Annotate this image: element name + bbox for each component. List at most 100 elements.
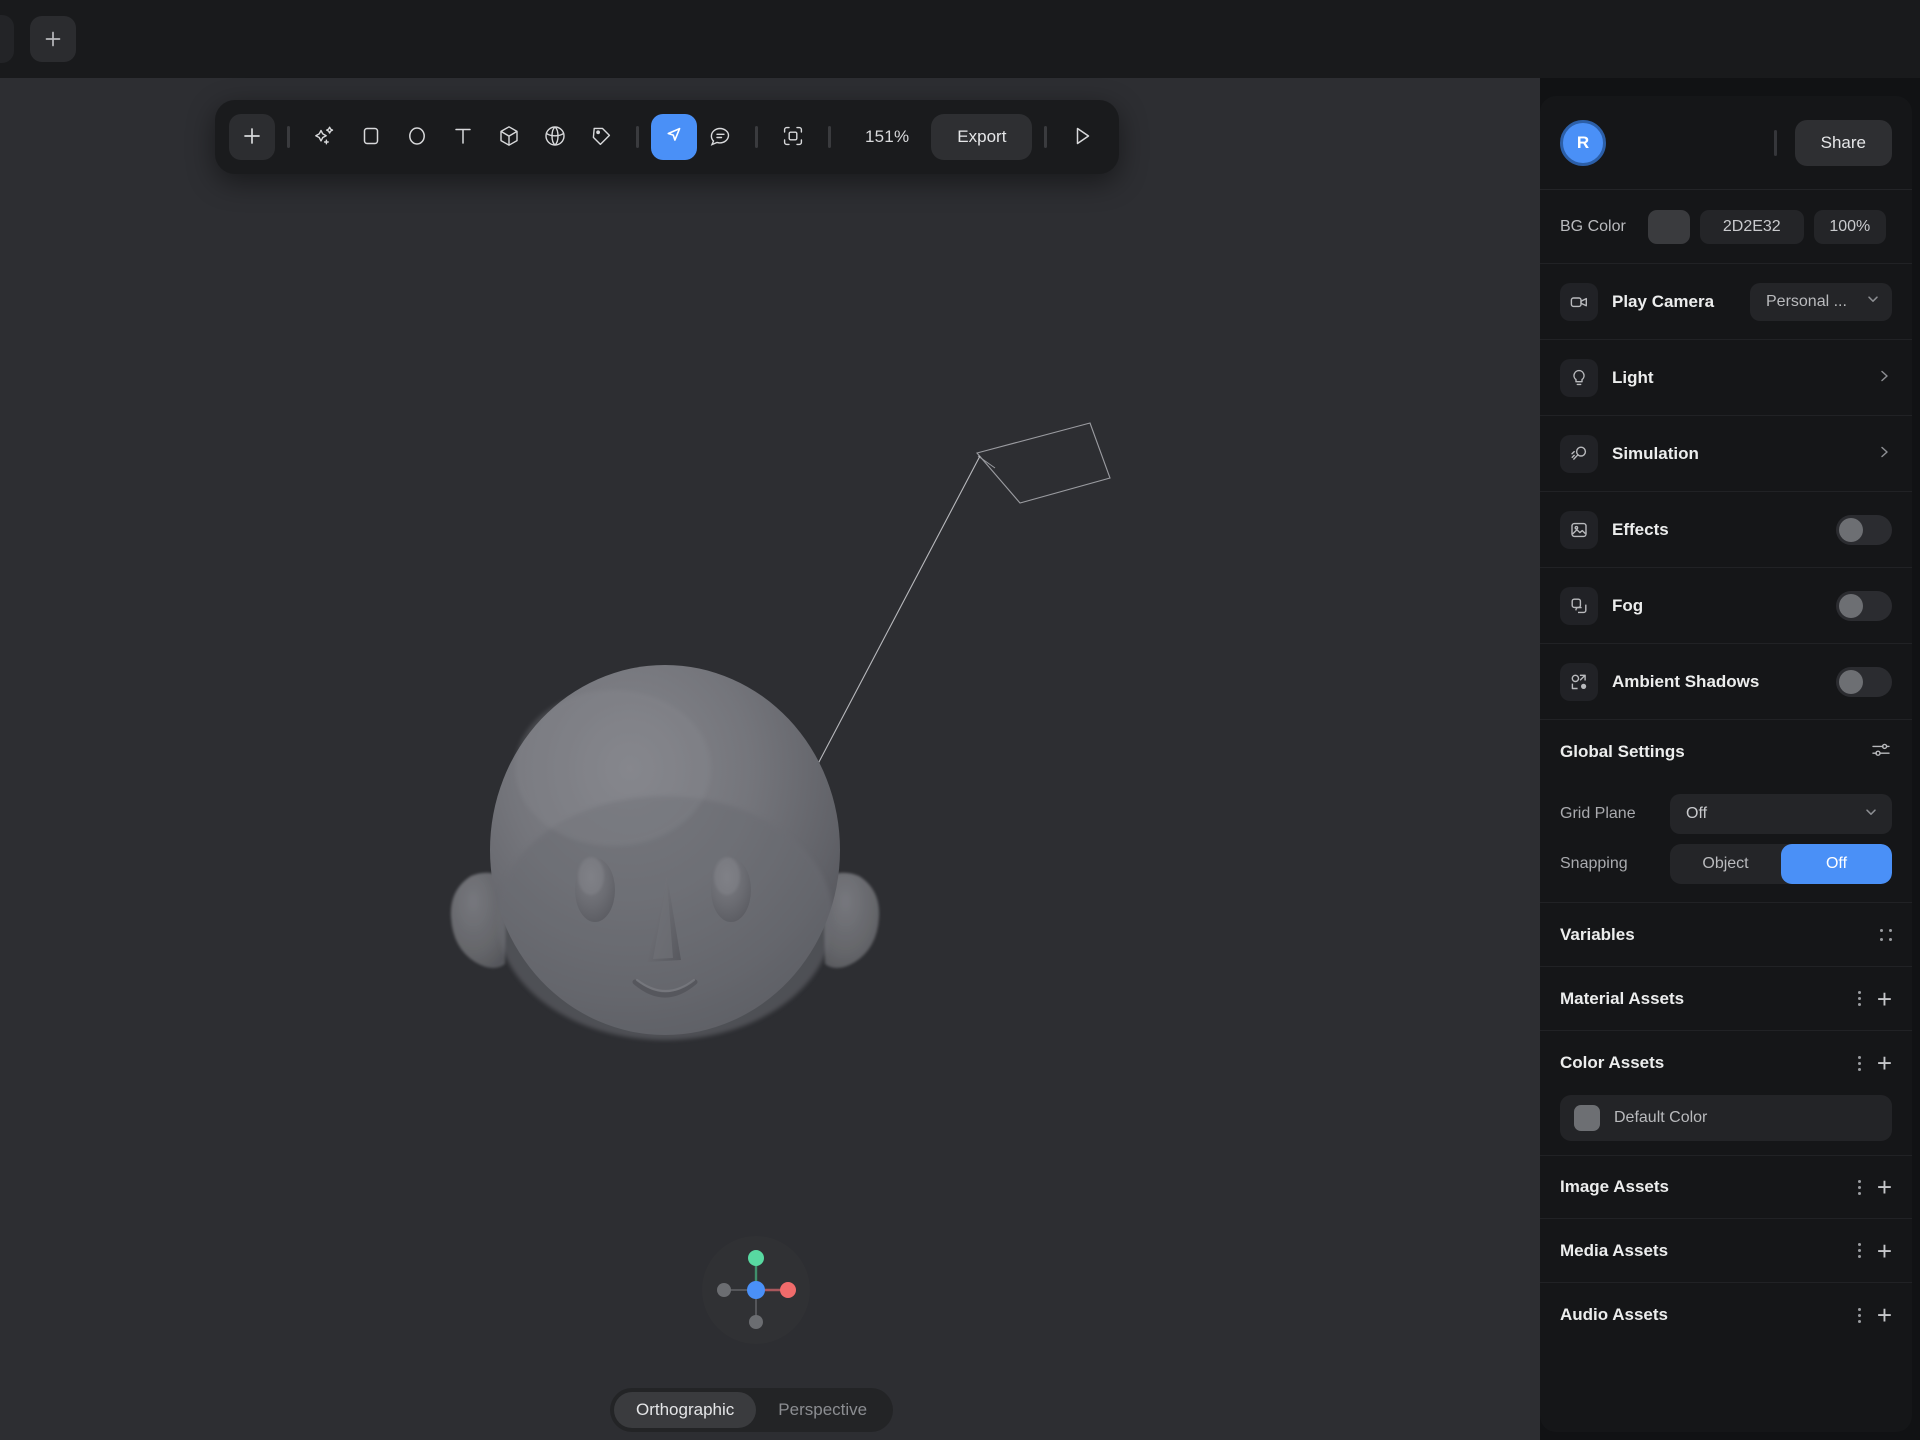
bg-color-hex-input[interactable]: 2D2E32 [1699, 209, 1804, 244]
header-divider [1773, 129, 1777, 156]
viewport-3d[interactable]: Orthographic Perspective [0, 78, 1540, 1440]
ai-tool-button[interactable] [302, 114, 348, 160]
video-camera-icon [1560, 282, 1598, 321]
plus-icon[interactable]: + [1877, 1174, 1892, 1200]
row-label: Play Camera [1612, 291, 1715, 311]
bg-color-swatch[interactable] [1647, 209, 1690, 244]
panel-header: R Share [1540, 96, 1912, 190]
plus-icon[interactable]: + [1877, 1238, 1892, 1264]
ambient-shadows-toggle[interactable] [1836, 666, 1892, 697]
dot-grid-icon[interactable] [1880, 928, 1892, 941]
global-settings-header: Global Settings [1540, 720, 1912, 784]
play-camera-select[interactable]: Personal ... [1750, 282, 1892, 321]
section-image-assets[interactable]: Image Assets + [1540, 1155, 1912, 1219]
shapes-dot-icon [1560, 662, 1598, 701]
plus-icon[interactable]: + [1877, 986, 1892, 1012]
layers-copy-icon [1560, 586, 1598, 625]
sliders-icon[interactable] [1870, 739, 1892, 766]
cube-icon [497, 124, 521, 151]
plus-icon [43, 29, 63, 49]
head-3d-model[interactable] [395, 618, 935, 1078]
pen-tag-icon [589, 124, 613, 151]
axis-gizmo-icon[interactable] [702, 1236, 810, 1344]
section-variables[interactable]: Variables [1540, 903, 1912, 967]
toolbar-divider [828, 126, 831, 148]
ellipse-tool-button[interactable] [394, 114, 440, 160]
comment-tool-button[interactable] [697, 114, 743, 160]
plus-icon[interactable]: + [1877, 1302, 1892, 1328]
play-button[interactable] [1059, 114, 1105, 160]
kebab-menu-icon[interactable] [1857, 991, 1861, 1006]
grid-plane-select[interactable]: Off [1670, 794, 1892, 834]
snapping-object-button[interactable]: Object [1670, 844, 1781, 884]
row-label: Fog [1612, 595, 1644, 615]
section-audio-assets[interactable]: Audio Assets + [1540, 1283, 1912, 1347]
row-ambient-shadows[interactable]: Ambient Shadows [1540, 644, 1912, 720]
grid-plane-label: Grid Plane [1560, 805, 1636, 822]
floating-toolbar: 151% Export [215, 100, 1120, 174]
row-fog[interactable]: Fog [1540, 568, 1912, 644]
sphere-tool-button[interactable] [532, 114, 578, 160]
toolbar-divider [287, 126, 290, 148]
export-button[interactable]: Export [931, 114, 1033, 160]
row-simulation[interactable]: Simulation [1540, 416, 1912, 492]
perspective-button[interactable]: Perspective [756, 1392, 889, 1428]
list-item[interactable]: Default Color [1560, 1095, 1892, 1141]
sphere-icon [543, 124, 567, 151]
fog-toggle[interactable] [1836, 590, 1892, 621]
kebab-menu-icon[interactable] [1857, 1243, 1861, 1258]
avatar[interactable]: R [1560, 119, 1606, 166]
kebab-menu-icon[interactable] [1857, 1307, 1861, 1323]
add-tool-button[interactable] [229, 114, 275, 160]
rectangle-tool-button[interactable] [348, 114, 394, 160]
toolbar-divider [636, 126, 639, 148]
new-tab-button[interactable] [30, 16, 76, 62]
bg-color-row: BG Color 2D2E32 100% [1540, 190, 1912, 264]
magnifier-motion-icon [1560, 434, 1598, 473]
lightbulb-icon [1560, 358, 1598, 397]
row-light[interactable]: Light [1540, 340, 1912, 416]
section-color-assets[interactable]: Color Assets + [1540, 1031, 1912, 1095]
row-effects[interactable]: Effects [1540, 492, 1912, 568]
app-root: Orthographic Perspective 151% Export R S… [0, 0, 1920, 1440]
zoom-level-label[interactable]: 151% [843, 127, 931, 147]
snapping-row: Snapping Object Off [1560, 844, 1892, 884]
snapping-off-button[interactable]: Off [1781, 844, 1892, 884]
panel-scroll-area[interactable] [1540, 1347, 1912, 1432]
play-camera-value: Personal ... [1766, 292, 1847, 310]
row-label: Effects [1612, 519, 1669, 539]
global-settings-body: Grid Plane Off Snapping Object Off [1540, 784, 1912, 903]
pen-tool-button[interactable] [578, 114, 624, 160]
snapping-label: Snapping [1560, 855, 1628, 872]
row-play-camera[interactable]: Play Camera Personal ... [1540, 264, 1912, 340]
section-material-assets[interactable]: Material Assets + [1540, 967, 1912, 1031]
cube-tool-button[interactable] [486, 114, 532, 160]
bg-color-label: BG Color [1560, 217, 1626, 235]
share-button[interactable]: Share [1794, 119, 1892, 166]
section-title: Audio Assets [1560, 1305, 1669, 1324]
square-icon [360, 125, 382, 150]
circle-icon [406, 125, 428, 150]
plus-icon [241, 125, 263, 150]
select-tool-button[interactable] [651, 114, 697, 160]
chevron-right-icon[interactable] [1876, 368, 1892, 388]
bg-color-opacity-input[interactable]: 100% [1813, 209, 1886, 244]
text-tool-button[interactable] [440, 114, 486, 160]
section-media-assets[interactable]: Media Assets + [1540, 1219, 1912, 1283]
grid-plane-row: Grid Plane Off [1560, 794, 1892, 834]
play-triangle-icon [1070, 124, 1094, 151]
frame-crop-icon [781, 124, 805, 151]
section-title: Variables [1560, 924, 1635, 944]
row-label: Simulation [1612, 443, 1699, 463]
orthographic-button[interactable]: Orthographic [614, 1392, 757, 1428]
chevron-right-icon[interactable] [1876, 444, 1892, 464]
color-swatch [1574, 1105, 1600, 1131]
plus-icon[interactable]: + [1877, 1050, 1892, 1076]
cursor-arrow-icon [662, 124, 686, 151]
kebab-menu-icon[interactable] [1857, 1179, 1861, 1195]
effects-toggle[interactable] [1836, 514, 1892, 545]
frame-tool-button[interactable] [770, 114, 816, 160]
kebab-menu-icon[interactable] [1857, 1055, 1861, 1071]
tab-stub[interactable] [0, 15, 14, 63]
snapping-segmented-control: Object Off [1670, 844, 1892, 884]
